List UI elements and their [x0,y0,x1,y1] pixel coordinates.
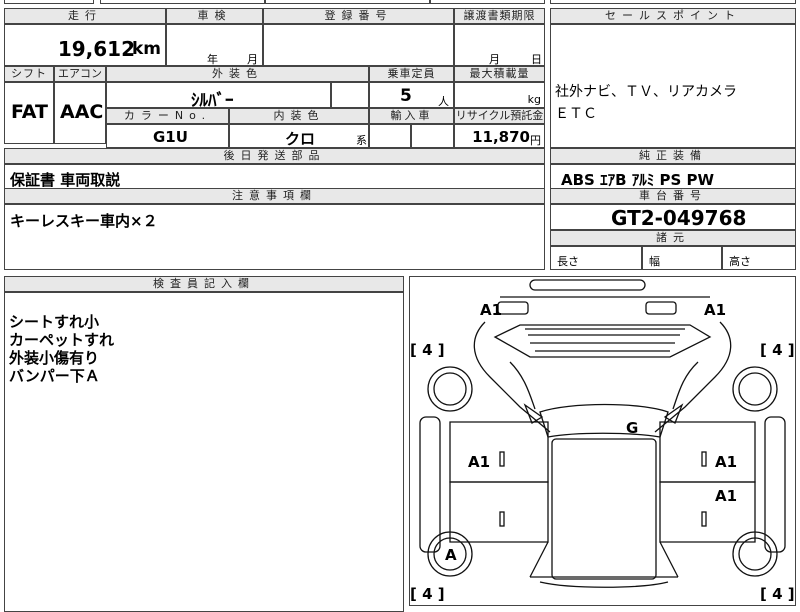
mark-front-right: A1 [704,301,726,319]
damage-diagram: A1 A1 G A1 A1 A1 A [ 4 ] [ 4 ] [ 4 ] [ 4… [409,276,796,606]
dim-width-label: 幅 [649,255,660,268]
transfer-deadline-cell: 月 日 [454,24,545,66]
header-genuine-equip: 純正装備 [550,148,796,164]
color-no-value: G1U [153,128,188,146]
mark-left-door: A1 [468,453,490,471]
tire-label-rl: [ 4 ] [410,585,445,603]
interior-color-cell: クロ 系 [229,124,369,148]
transfer-day-unit: 日 [531,53,542,66]
mark-right-front-door: A1 [715,453,737,471]
inspection-month-unit: 月 [247,53,258,66]
recycle-unit: 円 [530,134,541,147]
shift-value: FAT [11,101,48,123]
dim-length-label: 長さ [557,255,579,268]
header-transfer-deadline: 譲渡書類期限 [454,8,545,24]
dim-height-label: 高さ [729,255,751,268]
chassis-no-cell: GT2-049768 [550,204,796,230]
header-inspection: 車検 [166,8,263,24]
inspection-year-unit: 年 [207,53,218,66]
tire-label-fr: [ 4 ] [760,341,795,359]
header-recycle: リサイクル預託金 [454,108,545,124]
header-color-no: カラーNo. [106,108,229,124]
chassis-no-value: GT2-049768 [611,206,747,230]
aircon-cell: AAC [54,82,106,144]
mileage-cell: 19,612 km [4,24,166,66]
inspector-cell: シートすれ小 カーペットすれ 外装小傷有り バンパー下Ａ [4,292,404,612]
tire-label-fl: [ 4 ] [410,341,445,359]
max-load-cell: kg [454,82,545,108]
header-capacity: 乗車定員 [369,66,454,82]
header-inspector: 検査員記入欄 [4,276,404,292]
exterior-color-extra [331,82,369,108]
header-chassis-no: 車台番号 [550,188,796,204]
notes-value: キーレスキー車内×２ [10,212,158,230]
dim-length-cell: 長さ [550,246,642,270]
import-cell-a [369,124,411,148]
header-notes: 注意事項欄 [4,188,545,204]
header-max-load: 最大積載量 [454,66,545,82]
aircon-value: AAC [60,101,104,123]
tire-label-rr: [ 4 ] [760,585,795,603]
inspector-section: 検査員記入欄 シートすれ小 カーペットすれ 外装小傷有り バンパー下Ａ [4,276,404,612]
dim-width-cell: 幅 [642,246,722,270]
capacity-value: 5 [400,86,412,106]
dim-height-cell: 高さ [722,246,796,270]
car-outline-svg: A1 A1 G A1 A1 A1 A [ 4 ] [ 4 ] [ 4 ] [ 4… [410,279,795,603]
later-parts-value: 保証書 車両取説 [10,171,121,189]
import-cell-b [411,124,454,148]
sales-point-value: 社外ナビ、ＴＶ、リアカメラ ＥＴＣ [555,84,737,122]
mileage-unit: km [131,39,161,59]
top-strip [0,0,800,6]
notes-cell: キーレスキー車内×２ [4,204,545,270]
genuine-equip-value: ABS ｴｱB ｱﾙﾐ PS PW [561,171,715,189]
inspector-notes-value: シートすれ小 カーペットすれ 外装小傷有り バンパー下Ａ [9,313,115,385]
interior-color-suffix: 系 [356,134,367,147]
shift-cell: FAT [4,82,54,144]
header-shift: シフト [4,66,54,82]
header-later-parts: 後日発送部品 [4,148,545,164]
mark-right-rear-door: A1 [715,487,737,505]
header-mileage: 走行 [4,8,166,24]
capacity-unit: 人 [438,95,449,108]
header-exterior-color: 外装色 [106,66,369,82]
mark-front-left: A1 [480,301,502,319]
transfer-month-unit: 月 [489,53,500,66]
max-load-unit: kg [527,93,541,106]
header-aircon: エアコン [54,66,106,82]
recycle-value: 11,870 [472,128,530,146]
recycle-cell: 11,870 円 [454,124,545,148]
mark-rear-left-wheel: A [445,546,457,564]
right-column: セールスポイント 社外ナビ、ＴＶ、リアカメラ ＥＴＣ 純正装備 ABS ｴｱB … [550,8,796,270]
sales-point-cell: 社外ナビ、ＴＶ、リアカメラ ＥＴＣ [550,24,796,148]
exterior-color-cell: ｼﾙﾊﾞｰ [106,82,331,111]
color-no-cell: G1U [106,124,229,148]
header-dimensions: 諸元 [550,230,796,246]
notes-section: 注意事項欄 キーレスキー車内×２ [4,188,545,270]
mileage-value: 19,612 [57,37,135,61]
vehicle-info-grid: 走行 車検 登録番号 譲渡書類期限 19,612 km 年 月 月 日 シフト … [4,8,545,192]
capacity-cell: 5 人 [369,82,454,108]
header-sales-point: セールスポイント [550,8,796,24]
mark-roof: G [626,419,638,437]
interior-color-value: クロ [285,130,316,148]
header-import: 輸入車 [369,108,454,124]
inspection-cell: 年 月 [166,24,263,66]
header-interior-color: 内装色 [229,108,369,124]
header-registration: 登録番号 [263,8,454,24]
registration-cell [263,24,454,66]
